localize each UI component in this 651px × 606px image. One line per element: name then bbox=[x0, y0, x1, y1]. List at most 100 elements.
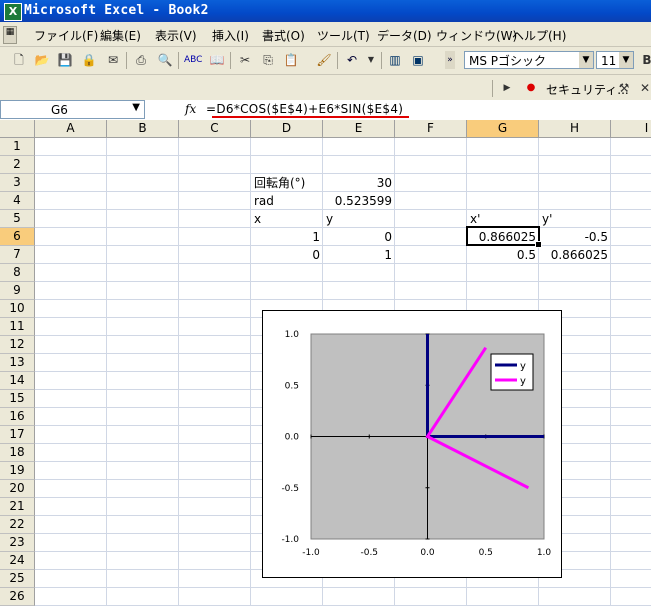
cell-e5[interactable]: y bbox=[323, 210, 395, 228]
drawing-icon[interactable]: ▣ bbox=[409, 51, 427, 69]
menu-tools[interactable]: ツール(T) bbox=[317, 27, 370, 44]
column-header-a[interactable]: A bbox=[35, 120, 107, 138]
row-header-23[interactable]: 23 bbox=[0, 534, 35, 552]
row-header-9[interactable]: 9 bbox=[0, 282, 35, 300]
column-header-i[interactable]: I bbox=[611, 120, 651, 138]
menu-view[interactable]: 表示(V) bbox=[155, 27, 197, 44]
print-icon[interactable]: ⎙ bbox=[132, 51, 150, 69]
menu-format[interactable]: 書式(O) bbox=[262, 27, 305, 44]
row-header-8[interactable]: 8 bbox=[0, 264, 35, 282]
row-header-1[interactable]: 1 bbox=[0, 138, 35, 156]
new-icon[interactable]: 🗋 bbox=[10, 51, 28, 69]
insert-function-icon[interactable]: fx bbox=[185, 102, 196, 116]
record-icon[interactable]: ● bbox=[522, 79, 540, 97]
menu-help[interactable]: ヘルプ(H) bbox=[512, 27, 566, 44]
y-tick-label: 1.0 bbox=[285, 330, 300, 340]
fill-handle[interactable] bbox=[535, 241, 542, 248]
row-header-19[interactable]: 19 bbox=[0, 462, 35, 480]
cell-g7[interactable]: 0.5 bbox=[467, 246, 539, 264]
visual-basic-icon[interactable]: ⚒ bbox=[615, 79, 633, 97]
chart-wizard-icon[interactable]: ▥ bbox=[386, 51, 404, 69]
save-icon[interactable]: 💾 bbox=[56, 51, 74, 69]
format-painter-icon[interactable]: 🖌 bbox=[315, 51, 333, 69]
cell-h7[interactable]: 0.866025 bbox=[539, 246, 611, 264]
permission-icon[interactable]: 🔒 bbox=[80, 51, 98, 69]
row-header-13[interactable]: 13 bbox=[0, 354, 35, 372]
open-icon[interactable]: 📂 bbox=[33, 51, 51, 69]
menu-file[interactable]: ファイル(F) bbox=[34, 27, 98, 44]
menu-insert[interactable]: 挿入(I) bbox=[212, 27, 249, 44]
row-header-3[interactable]: 3 bbox=[0, 174, 35, 192]
x-tick-label: -0.5 bbox=[360, 548, 378, 558]
row-header-4[interactable]: 4 bbox=[0, 192, 35, 210]
column-header-f[interactable]: F bbox=[395, 120, 467, 138]
row-header-7[interactable]: 7 bbox=[0, 246, 35, 264]
row-header-2[interactable]: 2 bbox=[0, 156, 35, 174]
workbook-icon[interactable]: ▦ bbox=[3, 26, 17, 44]
menu-data[interactable]: データ(D) bbox=[377, 27, 432, 44]
font-name-select[interactable]: MS Pゴシック ▼ bbox=[464, 51, 594, 69]
name-box[interactable]: G6 ▼ bbox=[0, 100, 145, 119]
legend-label-2: y bbox=[520, 376, 526, 387]
row-header-10[interactable]: 10 bbox=[0, 300, 35, 318]
select-all-corner[interactable] bbox=[0, 120, 35, 138]
row-header-25[interactable]: 25 bbox=[0, 570, 35, 588]
paste-icon[interactable]: 📋 bbox=[282, 51, 300, 69]
undo-dropdown-icon[interactable]: ▼ bbox=[362, 51, 380, 69]
cell-h5[interactable]: y' bbox=[539, 210, 611, 228]
cell-d7[interactable]: 0 bbox=[251, 246, 323, 264]
column-header-e[interactable]: E bbox=[323, 120, 395, 138]
cell-d3[interactable]: 回転角(°) bbox=[251, 174, 323, 192]
bold-icon[interactable]: B bbox=[638, 51, 651, 69]
cell-e6[interactable]: 0 bbox=[323, 228, 395, 246]
row-header-17[interactable]: 17 bbox=[0, 426, 35, 444]
copy-icon[interactable]: ⎘ bbox=[259, 51, 277, 69]
column-header-c[interactable]: C bbox=[179, 120, 251, 138]
title-bar: X Microsoft Excel - Book2 bbox=[0, 0, 651, 22]
menu-window[interactable]: ウィンドウ(W) bbox=[436, 27, 517, 44]
cut-icon[interactable]: ✂ bbox=[236, 51, 254, 69]
toolbar-options-icon[interactable]: » bbox=[445, 51, 455, 69]
cell-e7[interactable]: 1 bbox=[323, 246, 395, 264]
column-header-b[interactable]: B bbox=[107, 120, 179, 138]
cell-e3[interactable]: 30 bbox=[323, 174, 395, 192]
font-size-select[interactable]: 11 ▼ bbox=[596, 51, 634, 69]
cell-d6[interactable]: 1 bbox=[251, 228, 323, 246]
undo-icon[interactable]: ↶ bbox=[343, 51, 361, 69]
font-name-dropdown-icon[interactable]: ▼ bbox=[579, 52, 593, 68]
row-header-16[interactable]: 16 bbox=[0, 408, 35, 426]
row-header-6[interactable]: 6 bbox=[0, 228, 35, 246]
column-header-g[interactable]: G bbox=[467, 120, 539, 138]
formula-input[interactable]: =D6*COS($E$4)+E6*SIN($E$4) bbox=[206, 102, 403, 116]
column-header-h[interactable]: H bbox=[539, 120, 611, 138]
print-preview-icon[interactable]: 🔍 bbox=[156, 51, 174, 69]
row-header-22[interactable]: 22 bbox=[0, 516, 35, 534]
cell-h6[interactable]: -0.5 bbox=[539, 228, 611, 246]
row-header-24[interactable]: 24 bbox=[0, 552, 35, 570]
row-header-21[interactable]: 21 bbox=[0, 498, 35, 516]
active-cell-g6[interactable] bbox=[466, 226, 542, 248]
play-icon[interactable]: ▶ bbox=[498, 79, 516, 97]
name-box-dropdown-icon[interactable]: ▼ bbox=[132, 102, 140, 113]
scatter-chart[interactable]: -1.0 -0.5 0.0 0.5 1.0 1.0 0.5 0.0 -0.5 -1.0 y y bbox=[262, 310, 562, 578]
row-header-15[interactable]: 15 bbox=[0, 390, 35, 408]
row-header-26[interactable]: 26 bbox=[0, 588, 35, 606]
email-icon[interactable]: ✉ bbox=[104, 51, 122, 69]
excel-icon[interactable]: X bbox=[4, 3, 22, 21]
cell-e4[interactable]: 0.523599 bbox=[323, 192, 395, 210]
row-header-18[interactable]: 18 bbox=[0, 444, 35, 462]
column-header-d[interactable]: D bbox=[251, 120, 323, 138]
spelling-icon[interactable]: ABC bbox=[184, 51, 202, 69]
font-size-dropdown-icon[interactable]: ▼ bbox=[619, 52, 633, 68]
cell-d4[interactable]: rad bbox=[251, 192, 323, 210]
row-header-20[interactable]: 20 bbox=[0, 480, 35, 498]
menu-edit[interactable]: 編集(E) bbox=[100, 27, 141, 44]
row-header-12[interactable]: 12 bbox=[0, 336, 35, 354]
row-header-5[interactable]: 5 bbox=[0, 210, 35, 228]
cell-d5[interactable]: x bbox=[251, 210, 323, 228]
controls-icon[interactable]: ✕ bbox=[636, 79, 651, 97]
row-header-14[interactable]: 14 bbox=[0, 372, 35, 390]
formula-underline bbox=[212, 116, 409, 118]
row-header-11[interactable]: 11 bbox=[0, 318, 35, 336]
research-icon[interactable]: 📖 bbox=[208, 51, 226, 69]
